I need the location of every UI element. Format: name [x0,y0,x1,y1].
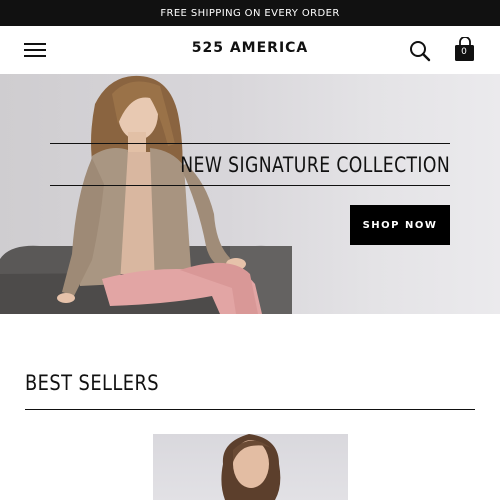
product-image[interactable] [153,434,348,500]
promo-bar: FREE SHIPPING ON EVERY ORDER [0,0,500,26]
shop-now-button[interactable]: SHOP NOW [350,205,450,245]
best-sellers-heading: BEST SELLERS [25,371,160,395]
hero-image [0,75,292,314]
section-divider [25,409,475,410]
cart-count-badge: 0 [461,47,467,57]
promo-text: FREE SHIPPING ON EVERY ORDER [160,7,340,19]
hero-title: NEW SIGNATURE COLLECTION [180,152,450,177]
site-header: 525 AMERICA 0 [0,26,500,74]
hero-banner[interactable]: NEW SIGNATURE COLLECTION SHOP NOW [0,74,500,314]
hero-title-block: NEW SIGNATURE COLLECTION [50,143,450,186]
shopping-bag-icon[interactable]: 0 [454,36,476,63]
search-icon[interactable] [408,39,432,63]
